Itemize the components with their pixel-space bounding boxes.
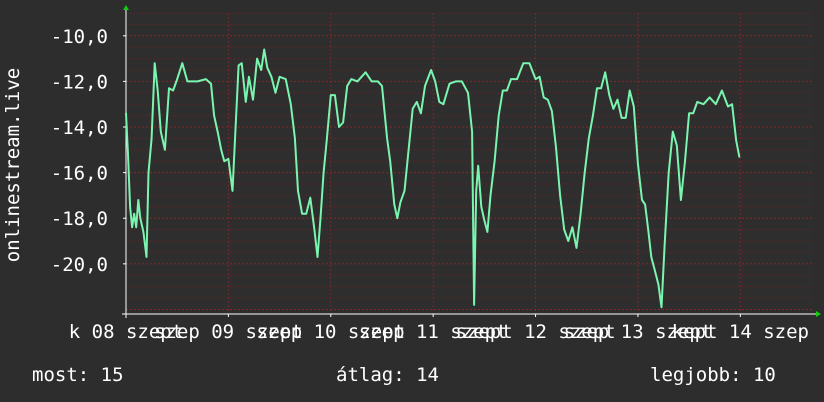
y-tick-label: -14,0 xyxy=(51,117,108,139)
y-axis-title: onlinestream.live xyxy=(2,68,24,262)
x-tick-label: kept 14 szep xyxy=(672,321,809,343)
footer-current: most: 15 xyxy=(32,364,124,386)
y-tick-label: -10,0 xyxy=(51,26,108,48)
chart: -10,0-12,0-14,0-16,0-18,0-20,0 k 08 szep… xyxy=(0,0,824,402)
y-tick-label: -18,0 xyxy=(51,208,108,230)
y-tick-label: -12,0 xyxy=(51,71,108,93)
footer-best: legjobb: 10 xyxy=(650,364,776,386)
y-tick-label: -20,0 xyxy=(51,254,108,276)
y-tick-label: -16,0 xyxy=(51,163,108,185)
footer-average: átlag: 14 xyxy=(336,364,439,386)
